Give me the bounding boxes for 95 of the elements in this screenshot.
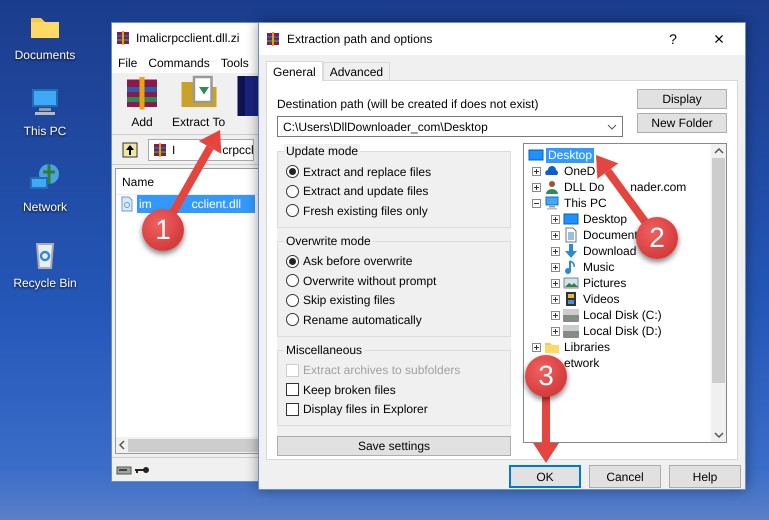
- checkbox-label: Display files in Explorer: [303, 401, 428, 418]
- field-label: Destination path (will be created if does not exist): [277, 96, 540, 113]
- menu-item[interactable]: Commands: [148, 54, 210, 72]
- tree-item[interactable]: Download: [581, 244, 638, 258]
- vertical-scrollbar[interactable]: [711, 144, 726, 442]
- desktop-icon-label[interactable]: Documents: [14, 46, 76, 64]
- document-icon: [563, 227, 579, 243]
- checkbox[interactable]: [286, 383, 299, 396]
- expand-toggle[interactable]: [551, 230, 560, 240]
- computer-icon: [29, 86, 61, 118]
- destination-path-dropdown[interactable]: C:\Users\DllDownloader_com\Desktop: [277, 116, 623, 137]
- checkbox-label: Keep broken files: [303, 382, 396, 399]
- archive-stack-icon: [265, 31, 281, 47]
- tab[interactable]: Advanced: [322, 62, 390, 80]
- tab[interactable]: General: [266, 61, 323, 81]
- up-folder-button[interactable]: [120, 140, 140, 160]
- dialog-button[interactable]: OK: [509, 465, 581, 488]
- tree-item[interactable]: Music: [581, 260, 616, 274]
- radio-button[interactable]: [286, 184, 299, 198]
- group-title: Miscellaneous: [284, 342, 364, 356]
- expand-toggle[interactable]: [532, 166, 541, 176]
- monitor-icon: [563, 211, 579, 227]
- expand-toggle[interactable]: [551, 214, 560, 224]
- radio-label: Rename automatically: [303, 312, 422, 329]
- disk-drive-icon: [563, 307, 579, 323]
- tree-item[interactable]: Local Disk (D:): [581, 324, 664, 338]
- tree-item[interactable]: OneD: [562, 164, 598, 178]
- tree-item[interactable]: Libraries: [562, 340, 612, 354]
- column-header[interactable]: Name: [122, 172, 154, 190]
- tree-item[interactable]: Videos: [581, 292, 622, 306]
- expand-toggle[interactable]: [532, 182, 541, 192]
- desktop-icon-label[interactable]: Network: [22, 198, 67, 216]
- chevron-down-icon: [607, 124, 617, 130]
- scroll-down-icon[interactable]: [714, 432, 724, 438]
- checkbox[interactable]: [286, 402, 299, 416]
- tree-item[interactable]: This PC: [562, 196, 609, 210]
- tree-item[interactable]: Local Disk (C:): [581, 308, 664, 322]
- save-settings-button[interactable]: Save settings: [277, 436, 511, 456]
- film-icon: [563, 291, 579, 307]
- expand-toggle[interactable]: [551, 262, 560, 272]
- help-button[interactable]: ?: [653, 28, 693, 50]
- radio-button[interactable]: [286, 165, 299, 178]
- dialog-button[interactable]: Cancel: [589, 465, 661, 488]
- tree-item[interactable]: nader.com: [628, 180, 688, 194]
- download-icon: [563, 243, 579, 259]
- menu-item[interactable]: Tools: [220, 54, 249, 72]
- radio-label: Extract and replace files: [303, 164, 432, 181]
- scroll-up-icon[interactable]: [714, 148, 724, 154]
- path-text: I: [172, 142, 176, 158]
- path-text: crpccl: [222, 142, 253, 158]
- side-button[interactable]: Display: [637, 89, 727, 109]
- radio-label: Overwrite without prompt: [303, 272, 436, 290]
- expand-toggle[interactable]: [551, 326, 560, 336]
- file-name: cclient.dll: [192, 196, 242, 213]
- radio-button[interactable]: [286, 313, 299, 326]
- tree-item[interactable]: Pictures: [581, 276, 628, 290]
- computer-icon: [544, 195, 560, 211]
- archive-stack-icon: [152, 142, 168, 158]
- radio-label: Skip existing files: [303, 292, 396, 310]
- group-title: Update mode: [284, 144, 360, 158]
- expand-toggle[interactable]: [551, 294, 560, 304]
- radio-button[interactable]: [286, 274, 299, 288]
- file-icon: [119, 196, 135, 212]
- picture-icon: [563, 275, 579, 291]
- window-title: Imalicrpcclient.dll.zi: [136, 30, 240, 47]
- desktop-icon-label[interactable]: This PC: [24, 122, 66, 140]
- expand-toggle[interactable]: [551, 278, 560, 288]
- radio-button[interactable]: [286, 294, 299, 307]
- expand-toggle[interactable]: [551, 310, 560, 320]
- radio-button[interactable]: [286, 204, 299, 218]
- group-title: Overwrite mode: [284, 234, 373, 248]
- expand-toggle[interactable]: [551, 246, 560, 256]
- monitor-icon: [528, 147, 544, 163]
- person-icon: [544, 179, 560, 195]
- annotation-arrow-overlay: [533, 396, 559, 463]
- tree-item[interactable]: Desktop: [581, 212, 630, 226]
- radio-label: Fresh existing files only: [303, 202, 428, 220]
- tree-item[interactable]: DLL Do: [562, 180, 606, 194]
- dialog-title: Extraction path and options: [287, 31, 434, 48]
- horizontal-scrollbar[interactable]: [116, 437, 258, 453]
- toolbar-button[interactable]: Add: [122, 72, 162, 131]
- radio-button[interactable]: [286, 254, 299, 268]
- collapse-toggle[interactable]: [532, 198, 541, 208]
- toolbar-button[interactable]: Extract To: [172, 72, 226, 131]
- menu-item[interactable]: File: [118, 54, 138, 72]
- radio-label: Ask before overwrite: [303, 253, 412, 270]
- checkbox-label: Extract archives to subfolders: [303, 362, 460, 380]
- dialog-button[interactable]: Help: [669, 465, 741, 488]
- close-button[interactable]: ×: [699, 26, 739, 52]
- expand-toggle[interactable]: [532, 342, 541, 352]
- side-button[interactable]: New Folder: [637, 113, 727, 133]
- radio-label: Extract and update files: [303, 183, 428, 200]
- desktop-icon-label[interactable]: Recycle Bin: [13, 274, 77, 292]
- disk-drive-icon: [563, 323, 579, 339]
- archive-stack-icon: [115, 30, 131, 46]
